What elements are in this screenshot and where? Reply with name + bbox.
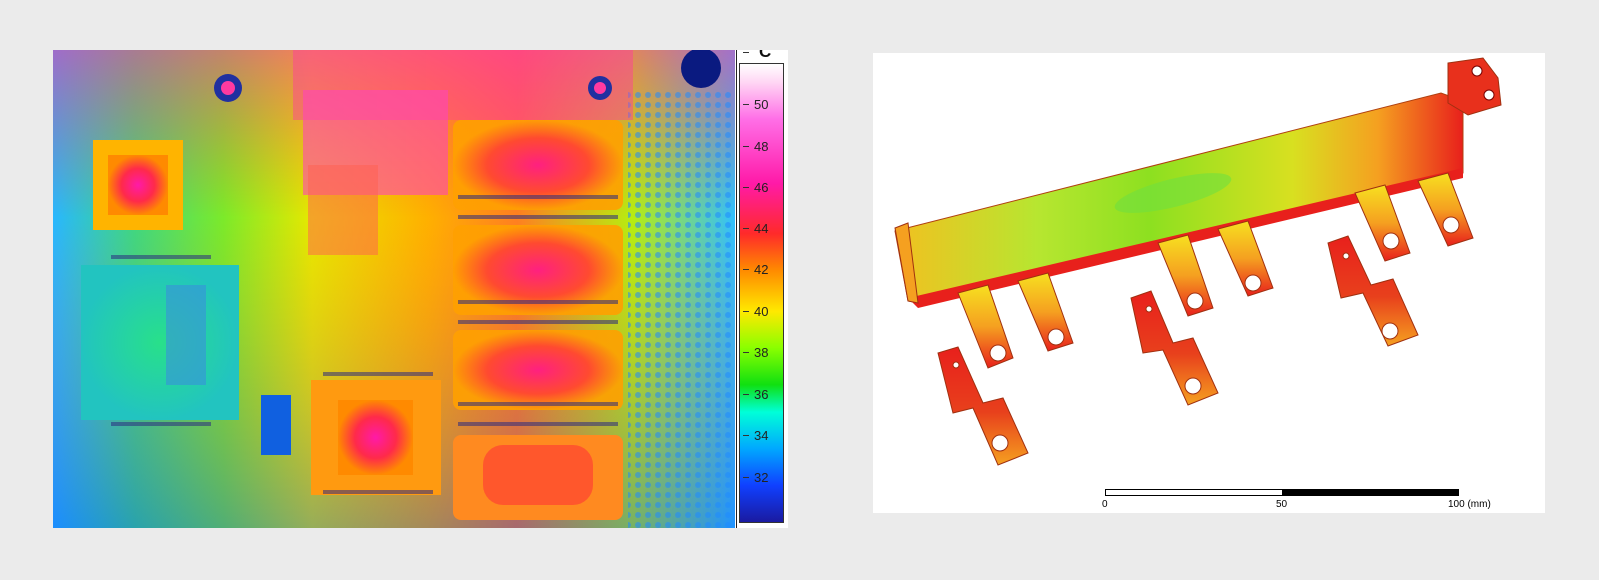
bracket-model	[894, 57, 1502, 466]
pcb-thermal-image	[53, 50, 735, 528]
scale-tick-label: 46	[754, 180, 769, 195]
ruler-label-end: 100 (mm)	[1448, 499, 1491, 510]
color-scale-bar: 52 50 48 46 44 42 40 38 36 34 32 30	[739, 52, 784, 523]
ruler-label-start: 0	[1102, 499, 1108, 510]
scale-tick-label: 32	[754, 470, 769, 485]
unit-label: C	[759, 50, 772, 61]
scale-tick-label: 38	[754, 345, 769, 360]
scale-tick-label: 48	[754, 139, 769, 154]
scale-tick-label: 34	[754, 428, 769, 443]
ruler-white-segment	[1105, 489, 1283, 496]
temperature-scale: C 52 50 48 46 44 42 40 38 36 34 32 30	[736, 50, 788, 528]
scale-tick-label: 50	[754, 97, 769, 112]
scale-tick-label: 36	[754, 387, 769, 402]
scale-tick-label: 42	[754, 262, 769, 277]
scale-ruler	[1105, 489, 1459, 496]
fea-result-panel: 0 50 100 (mm)	[873, 53, 1545, 513]
thermal-image-panel: C 52 50 48 46 44 42 40 38 36 34 32 30	[53, 50, 788, 528]
ruler-label-mid: 50	[1276, 499, 1288, 510]
scale-tick-label: 44	[754, 221, 769, 236]
ruler-black-segment	[1282, 489, 1459, 496]
scale-tick-label: 40	[754, 304, 769, 319]
